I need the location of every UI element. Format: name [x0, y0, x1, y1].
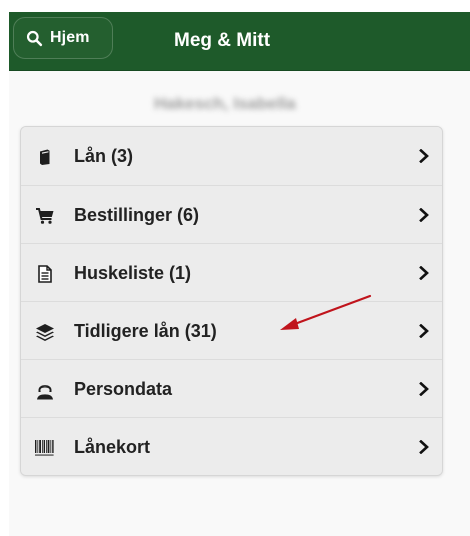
page-title: Meg & Mitt — [174, 30, 271, 51]
menu-item-label: Huskeliste (1) — [74, 263, 192, 283]
menu-item-loans[interactable]: Lån (3) — [21, 127, 442, 185]
cart-icon — [34, 205, 56, 227]
menu-item-label: Persondata — [74, 379, 173, 399]
menu-item-label: Lånekort — [74, 437, 151, 457]
book-icon — [34, 146, 56, 168]
menu-item-library-card[interactable]: Lånekort — [21, 417, 442, 475]
patron-name: Hakesch, Isabella — [154, 94, 296, 113]
chevron-right-icon — [419, 440, 429, 454]
chevron-right-icon — [419, 382, 429, 396]
chevron-right-icon — [419, 149, 429, 163]
menu-item-personal-data[interactable]: Persondata — [21, 359, 442, 417]
home-button[interactable]: Hjem — [13, 17, 113, 59]
user-icon — [34, 379, 56, 401]
app-header: Hjem Meg & Mitt — [9, 12, 470, 71]
home-button-label: Hjem — [50, 29, 90, 46]
chevron-right-icon — [419, 266, 429, 280]
menu-item-label: Lån (3) — [74, 146, 134, 166]
menu-item-wishlist[interactable]: Huskeliste (1) — [21, 243, 442, 301]
menu-item-orders[interactable]: Bestillinger (6) — [21, 185, 442, 243]
main-menu: Lån (3) Bestillinger (6) Huskeliste (1) … — [20, 126, 443, 476]
chevron-right-icon — [419, 208, 429, 222]
menu-item-label: Tidligere lån (31) — [74, 321, 217, 341]
document-icon — [34, 263, 56, 285]
barcode-icon — [34, 437, 56, 459]
layers-icon — [34, 321, 56, 343]
search-icon — [26, 30, 43, 46]
menu-item-loan-history[interactable]: Tidligere lån (31) — [21, 301, 442, 359]
menu-item-label: Bestillinger (6) — [74, 205, 200, 225]
chevron-right-icon — [419, 324, 429, 338]
